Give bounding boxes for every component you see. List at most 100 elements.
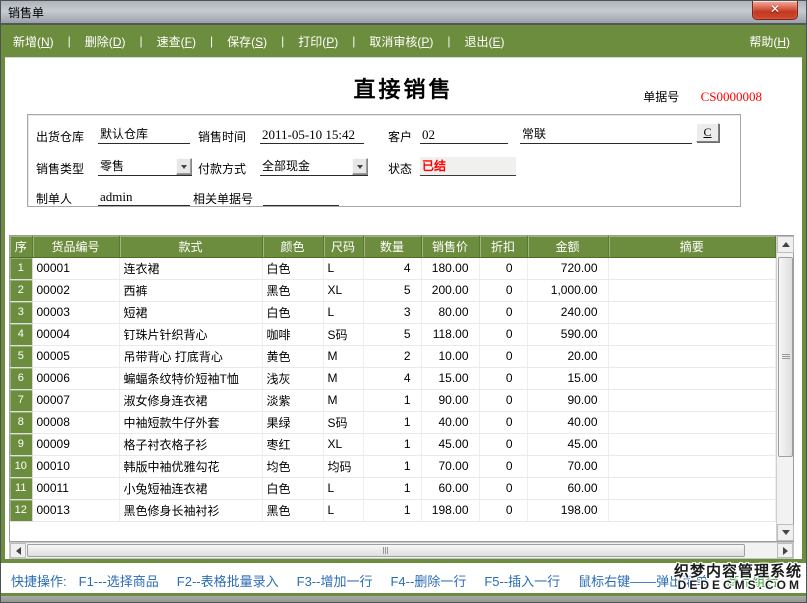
qty-cell[interactable]: 1: [363, 455, 421, 477]
size-cell[interactable]: 均码: [323, 455, 363, 477]
table-row[interactable]: 5 00005 吊带背心 打底背心 黄色 M 2 10.00 0 20.00: [10, 345, 776, 367]
style-cell[interactable]: 吊带背心 打底背心: [119, 345, 262, 367]
style-cell[interactable]: 中袖短款牛仔外套: [119, 411, 262, 433]
color-cell[interactable]: 均色: [262, 455, 323, 477]
horizontal-scroll-thumb[interactable]: [27, 544, 745, 557]
toolbar-item-4[interactable]: 保存(S): [227, 33, 267, 50]
qty-cell[interactable]: 2: [363, 345, 421, 367]
price-cell[interactable]: 80.00: [421, 301, 479, 323]
qty-cell[interactable]: 1: [363, 411, 421, 433]
discount-cell[interactable]: 0: [479, 279, 527, 301]
discount-cell[interactable]: 0: [479, 367, 527, 389]
size-cell[interactable]: S码: [323, 323, 363, 345]
col-qty[interactable]: 数量: [363, 236, 421, 257]
row-number-cell[interactable]: 4: [10, 323, 32, 345]
row-number-cell[interactable]: 1: [10, 257, 32, 279]
vertical-scroll-thumb[interactable]: [778, 257, 793, 457]
price-cell[interactable]: 118.00: [421, 323, 479, 345]
amount-cell[interactable]: 15.00: [527, 367, 608, 389]
table-row[interactable]: 10 00010 韩版中袖优雅勾花 均色 均码 1 70.00 0 70.00: [10, 455, 776, 477]
qty-cell[interactable]: 1: [363, 433, 421, 455]
related-doc-field[interactable]: [263, 187, 339, 206]
col-amount[interactable]: 金额: [527, 236, 608, 257]
color-cell[interactable]: 咖啡: [262, 323, 323, 345]
memo-cell[interactable]: [608, 389, 776, 411]
style-cell[interactable]: 黑色修身长袖衬衫: [119, 499, 262, 521]
scroll-down-button[interactable]: [777, 524, 794, 541]
memo-cell[interactable]: [608, 367, 776, 389]
style-cell[interactable]: 格子衬衣格子衫: [119, 433, 262, 455]
col-style[interactable]: 款式: [119, 236, 262, 257]
discount-cell[interactable]: 0: [479, 433, 527, 455]
price-cell[interactable]: 200.00: [421, 279, 479, 301]
toolbar-item-1[interactable]: 新增(N): [13, 33, 54, 50]
code-cell[interactable]: 00005: [32, 345, 119, 367]
customer-lookup-button[interactable]: C: [696, 123, 719, 142]
row-number-cell[interactable]: 6: [10, 367, 32, 389]
payment-dropdown-button[interactable]: [352, 158, 368, 175]
amount-cell[interactable]: 40.00: [527, 411, 608, 433]
col-seq[interactable]: 序: [10, 236, 32, 257]
price-cell[interactable]: 70.00: [421, 455, 479, 477]
color-cell[interactable]: 枣红: [262, 433, 323, 455]
memo-cell[interactable]: [608, 257, 776, 279]
style-cell[interactable]: 淑女修身连衣裙: [119, 389, 262, 411]
row-number-cell[interactable]: 11: [10, 477, 32, 499]
table-row[interactable]: 9 00009 格子衬衣格子衫 枣红 XL 1 45.00 0 45.00: [10, 433, 776, 455]
qty-cell[interactable]: 3: [363, 301, 421, 323]
qty-cell[interactable]: 4: [363, 367, 421, 389]
discount-cell[interactable]: 0: [479, 477, 527, 499]
warehouse-field[interactable]: 默认仓库: [98, 125, 190, 144]
size-cell[interactable]: M: [323, 367, 363, 389]
toolbar-item-7[interactable]: 退出(E): [464, 33, 504, 50]
color-cell[interactable]: 果绿: [262, 411, 323, 433]
payment-select[interactable]: 全部现金: [260, 157, 368, 176]
amount-cell[interactable]: 1,000.00: [527, 279, 608, 301]
amount-cell[interactable]: 90.00: [527, 389, 608, 411]
price-cell[interactable]: 15.00: [421, 367, 479, 389]
amount-cell[interactable]: 240.00: [527, 301, 608, 323]
discount-cell[interactable]: 0: [479, 499, 527, 521]
toolbar-item-3[interactable]: 速查(F): [157, 33, 196, 50]
size-cell[interactable]: XL: [323, 433, 363, 455]
customer-name-field[interactable]: 常联: [520, 125, 692, 144]
table-row[interactable]: 12 00013 黑色修身长袖衬衫 黑色 L 1 198.00 0 198.00: [10, 499, 776, 521]
memo-cell[interactable]: [608, 455, 776, 477]
amount-cell[interactable]: 60.00: [527, 477, 608, 499]
amount-cell[interactable]: 720.00: [527, 257, 608, 279]
horizontal-scrollbar[interactable]: [9, 542, 794, 559]
col-memo[interactable]: 摘要: [608, 236, 776, 257]
table-row[interactable]: 1 00001 连衣裙 白色 L 4 180.00 0 720.00: [10, 257, 776, 279]
row-number-cell[interactable]: 10: [10, 455, 32, 477]
memo-cell[interactable]: [608, 301, 776, 323]
code-cell[interactable]: 00011: [32, 477, 119, 499]
vertical-scrollbar[interactable]: [776, 236, 793, 541]
col-price[interactable]: 销售价: [421, 236, 479, 257]
row-number-cell[interactable]: 8: [10, 411, 32, 433]
amount-cell[interactable]: 590.00: [527, 323, 608, 345]
style-cell[interactable]: 钉珠片针织背心: [119, 323, 262, 345]
style-cell[interactable]: 蝙蝠条纹特价短袖T恤: [119, 367, 262, 389]
style-cell[interactable]: 小兔短袖连衣裙: [119, 477, 262, 499]
price-cell[interactable]: 45.00: [421, 433, 479, 455]
help-menu-item[interactable]: 帮助(H): [749, 35, 790, 49]
price-cell[interactable]: 60.00: [421, 477, 479, 499]
close-button[interactable]: ✕: [752, 1, 798, 20]
style-cell[interactable]: 连衣裙: [119, 257, 262, 279]
color-cell[interactable]: 白色: [262, 257, 323, 279]
code-cell[interactable]: 00007: [32, 389, 119, 411]
row-number-cell[interactable]: 3: [10, 301, 32, 323]
discount-cell[interactable]: 0: [479, 345, 527, 367]
style-cell[interactable]: 短裙: [119, 301, 262, 323]
price-cell[interactable]: 10.00: [421, 345, 479, 367]
discount-cell[interactable]: 0: [479, 389, 527, 411]
size-cell[interactable]: XL: [323, 279, 363, 301]
qty-cell[interactable]: 1: [363, 499, 421, 521]
amount-cell[interactable]: 20.00: [527, 345, 608, 367]
color-cell[interactable]: 黄色: [262, 345, 323, 367]
row-number-cell[interactable]: 7: [10, 389, 32, 411]
style-cell[interactable]: 韩版中袖优雅勾花: [119, 455, 262, 477]
price-cell[interactable]: 40.00: [421, 411, 479, 433]
table-row[interactable]: 2 00002 西裤 黑色 XL 5 200.00 0 1,000.00: [10, 279, 776, 301]
size-cell[interactable]: L: [323, 301, 363, 323]
